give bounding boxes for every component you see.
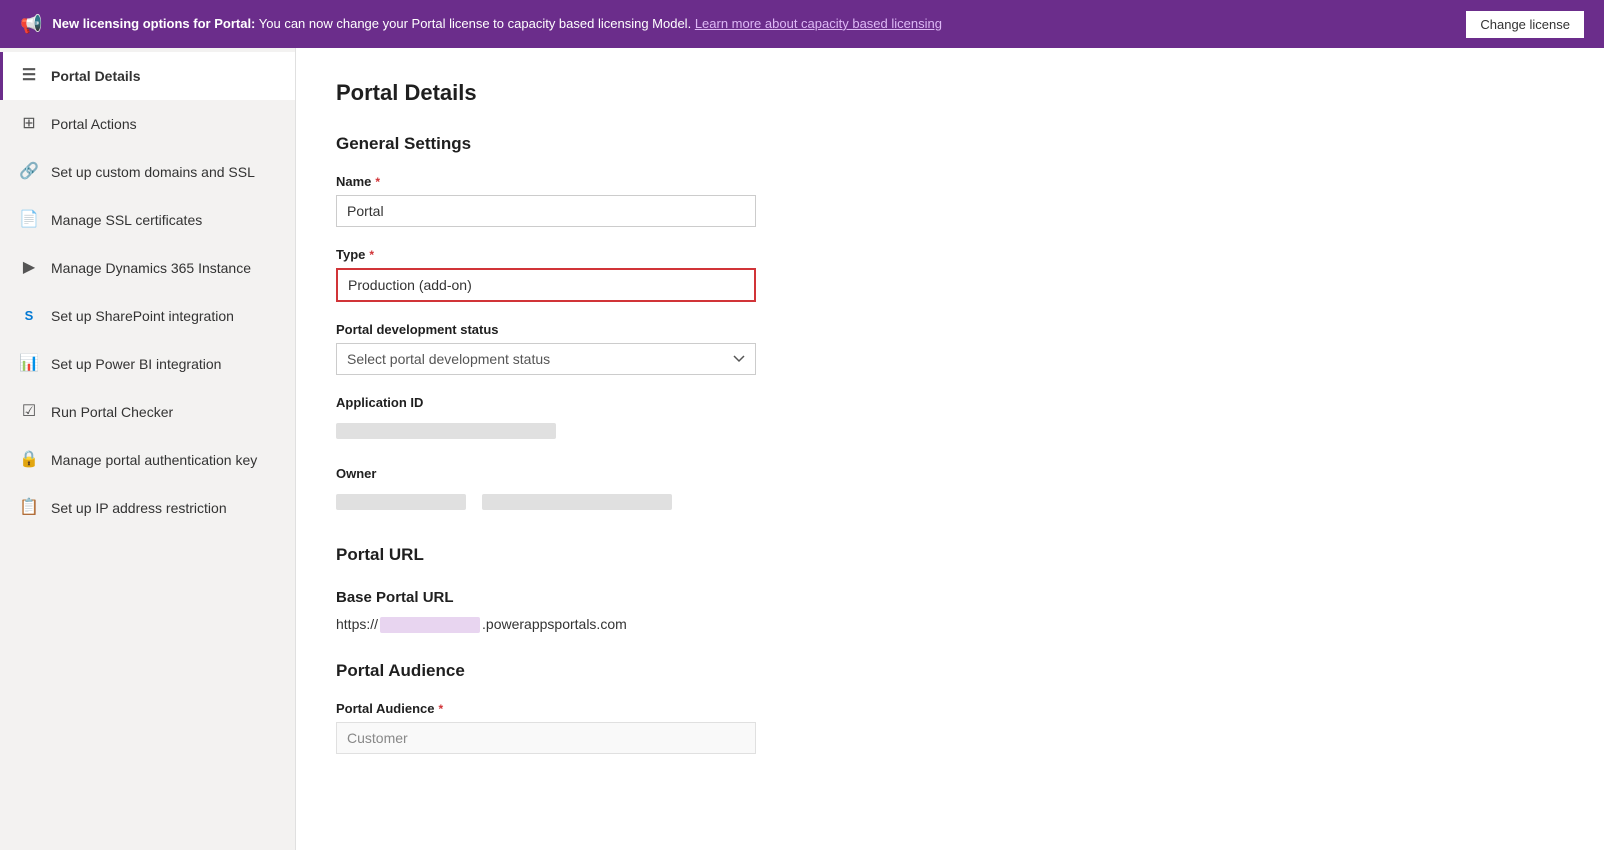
portal-dev-status-field-group: Portal development status Select portal …: [336, 322, 1564, 375]
application-id-field-group: Application ID: [336, 395, 1564, 446]
portal-actions-icon: ⊞: [19, 114, 39, 134]
owner-value: [336, 487, 756, 517]
audience-required-star: *: [438, 702, 443, 716]
general-settings-title: General Settings: [336, 134, 1564, 154]
portal-audience-label: Portal Audience *: [336, 701, 1564, 716]
sidebar-label-portal-details: Portal Details: [51, 67, 279, 85]
auth-key-icon: 🔒: [19, 450, 39, 470]
main-layout: ☰ Portal Details ⊞ Portal Actions 🔗 Set …: [0, 48, 1604, 850]
url-suffix: .powerappsportals.com: [482, 616, 627, 632]
owner-redacted-1: [336, 494, 466, 510]
url-prefix: https://: [336, 616, 378, 632]
page-title: Portal Details: [336, 80, 1564, 106]
sidebar-label-ip-restriction: Set up IP address restriction: [51, 499, 279, 517]
portal-audience-title: Portal Audience: [336, 661, 1564, 681]
sidebar-item-ssl-certs[interactable]: 📄 Manage SSL certificates: [0, 196, 295, 244]
type-input[interactable]: [336, 268, 756, 302]
application-id-label: Application ID: [336, 395, 1564, 410]
banner-bold-text: New licensing options for Portal:: [52, 16, 255, 31]
portal-audience-section: Portal Audience Portal Audience *: [336, 661, 1564, 754]
name-required-star: *: [375, 175, 380, 189]
sidebar-item-dynamics-instance[interactable]: ▶ Manage Dynamics 365 Instance: [0, 244, 295, 292]
base-portal-url-value: https:// .powerappsportals.com: [336, 616, 1564, 633]
sidebar-label-portal-checker: Run Portal Checker: [51, 403, 279, 421]
name-input[interactable]: [336, 195, 756, 227]
custom-domains-icon: 🔗: [19, 162, 39, 182]
sidebar-item-portal-actions[interactable]: ⊞ Portal Actions: [0, 100, 295, 148]
powerbi-icon: 📊: [19, 354, 39, 374]
portal-checker-icon: ☑: [19, 402, 39, 422]
sidebar-item-sharepoint[interactable]: S Set up SharePoint integration: [0, 292, 295, 340]
sidebar-item-auth-key[interactable]: 🔒 Manage portal authentication key: [0, 436, 295, 484]
sidebar-item-portal-details[interactable]: ☰ Portal Details: [0, 52, 295, 100]
sidebar-label-dynamics-instance: Manage Dynamics 365 Instance: [51, 259, 279, 277]
owner-field-group: Owner: [336, 466, 1564, 517]
sidebar-item-custom-domains[interactable]: 🔗 Set up custom domains and SSL: [0, 148, 295, 196]
sidebar-item-ip-restriction[interactable]: 📋 Set up IP address restriction: [0, 484, 295, 532]
owner-label: Owner: [336, 466, 1564, 481]
sidebar-label-ssl-certs: Manage SSL certificates: [51, 211, 279, 229]
name-field-group: Name *: [336, 174, 1564, 227]
portal-details-icon: ☰: [19, 66, 39, 86]
sharepoint-icon: S: [19, 306, 39, 326]
type-required-star: *: [369, 248, 374, 262]
type-field-group: Type *: [336, 247, 1564, 302]
ip-restriction-icon: 📋: [19, 498, 39, 518]
licensing-banner: 📢 New licensing options for Portal: You …: [0, 0, 1604, 48]
sidebar-label-custom-domains: Set up custom domains and SSL: [51, 163, 279, 181]
type-label: Type *: [336, 247, 1564, 262]
general-settings-section: General Settings Name * Type *: [336, 134, 1564, 517]
url-redacted: [380, 617, 480, 633]
name-label: Name *: [336, 174, 1564, 189]
sidebar-item-powerbi[interactable]: 📊 Set up Power BI integration: [0, 340, 295, 388]
portal-url-section: Portal URL Base Portal URL https:// .powe…: [336, 545, 1564, 633]
banner-body-text: You can now change your Portal license t…: [259, 16, 691, 31]
sidebar-label-portal-actions: Portal Actions: [51, 115, 279, 133]
portal-dev-status-select[interactable]: Select portal development status: [336, 343, 756, 375]
banner-icon: 📢: [20, 14, 42, 35]
base-portal-url-label: Base Portal URL: [336, 589, 1564, 606]
ssl-certs-icon: 📄: [19, 210, 39, 230]
portal-audience-input[interactable]: [336, 722, 756, 754]
application-id-redacted: [336, 423, 556, 439]
portal-dev-status-label: Portal development status: [336, 322, 1564, 337]
sidebar-label-sharepoint: Set up SharePoint integration: [51, 307, 279, 325]
application-id-value: [336, 416, 756, 446]
sidebar-label-auth-key: Manage portal authentication key: [51, 451, 279, 469]
portal-audience-field-group: Portal Audience *: [336, 701, 1564, 754]
owner-redacted-2: [482, 494, 672, 510]
change-license-button[interactable]: Change license: [1466, 11, 1584, 38]
sidebar-item-portal-checker[interactable]: ☑ Run Portal Checker: [0, 388, 295, 436]
sidebar: ☰ Portal Details ⊞ Portal Actions 🔗 Set …: [0, 48, 296, 850]
main-content: Portal Details General Settings Name * T…: [296, 48, 1604, 850]
dynamics-instance-icon: ▶: [19, 258, 39, 278]
portal-url-title: Portal URL: [336, 545, 1564, 565]
sidebar-label-powerbi: Set up Power BI integration: [51, 355, 279, 373]
banner-text: New licensing options for Portal: You ca…: [52, 15, 1456, 33]
banner-learn-more-link[interactable]: Learn more about capacity based licensin…: [695, 16, 942, 31]
